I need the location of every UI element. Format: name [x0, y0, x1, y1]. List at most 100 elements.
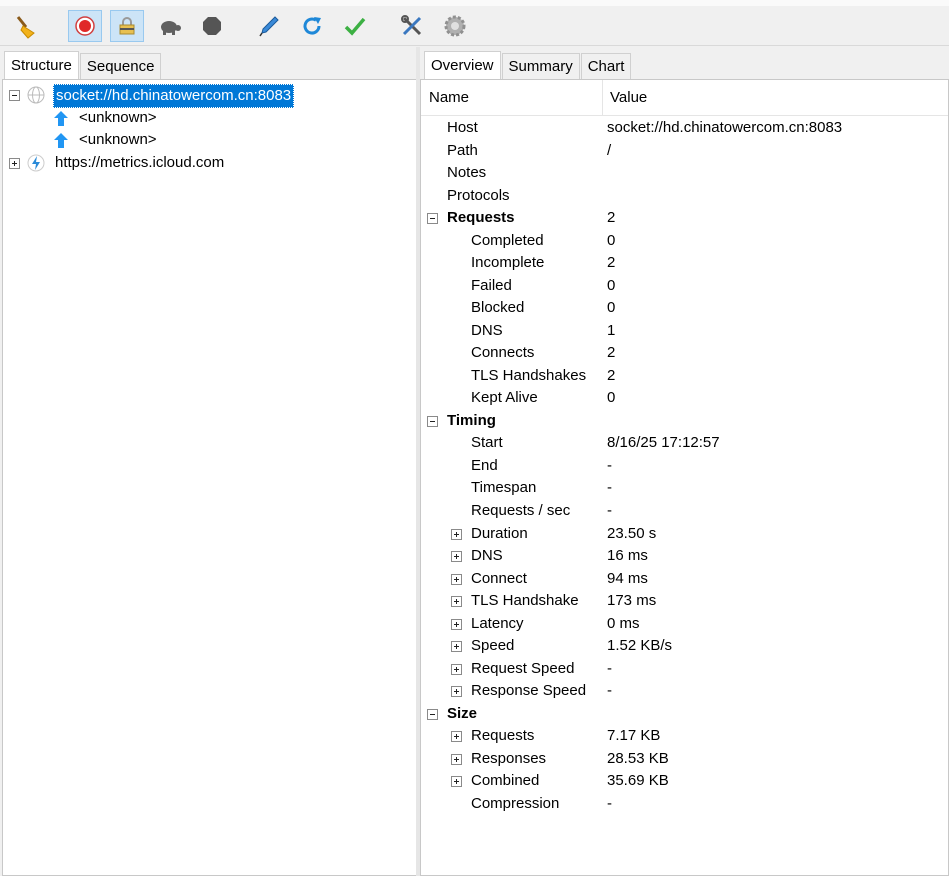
row-value: 1	[607, 322, 616, 339]
table-row[interactable]: Requests 7.17 KB	[421, 725, 948, 747]
expand-toggle-icon[interactable]	[451, 641, 462, 652]
expand-toggle-icon[interactable]	[451, 529, 462, 540]
tree-node-request-label[interactable]: <unknown>	[79, 107, 157, 129]
clear-broom-icon[interactable]	[8, 10, 42, 42]
table-row[interactable]: Timing	[421, 410, 948, 432]
lightning-icon	[27, 154, 45, 179]
tab-sequence[interactable]: Sequence	[79, 53, 162, 79]
row-value: 173 ms	[607, 592, 657, 609]
settings-gear-icon[interactable]	[438, 10, 472, 42]
table-row[interactable]: TLS Handshakes 2	[421, 365, 948, 387]
table-row[interactable]: Failed 0	[421, 275, 948, 297]
row-name: Timespan	[471, 479, 537, 496]
ssl-proxy-lock-icon[interactable]	[110, 10, 144, 42]
table-row[interactable]: Timespan -	[421, 477, 948, 499]
table-row[interactable]: Start 8/16/25 17:12:57	[421, 432, 948, 454]
table-row[interactable]: Responses 28.53 KB	[421, 748, 948, 770]
table-row[interactable]: Connect 94 ms	[421, 568, 948, 590]
row-name: Response Speed	[471, 682, 587, 699]
table-row[interactable]: Incomplete 2	[421, 252, 948, 274]
throttle-turtle-icon[interactable]	[152, 10, 186, 42]
table-row[interactable]: DNS 16 ms	[421, 545, 948, 567]
tree-node-request-label[interactable]: <unknown>	[79, 129, 157, 151]
tab-summary[interactable]: Summary	[501, 53, 580, 79]
row-value: -	[607, 682, 612, 699]
row-value: 2	[607, 254, 616, 271]
record-icon[interactable]	[68, 10, 102, 42]
row-value: -	[607, 660, 612, 677]
row-value: -	[607, 795, 612, 812]
row-value: 0	[607, 299, 616, 316]
collapse-toggle-icon[interactable]	[427, 416, 438, 427]
table-row[interactable]: Connects 2	[421, 342, 948, 364]
row-name: Kept Alive	[471, 389, 538, 406]
stop-hexagon-icon[interactable]	[195, 10, 229, 42]
row-name: Request Speed	[471, 660, 575, 677]
table-row[interactable]: Response Speed -	[421, 680, 948, 702]
expand-toggle-icon[interactable]	[9, 158, 20, 169]
row-value: 2	[607, 344, 616, 361]
row-name: Blocked	[471, 299, 525, 316]
expand-toggle-icon[interactable]	[451, 574, 462, 585]
repeat-refresh-icon[interactable]	[295, 10, 329, 42]
table-row[interactable]: TLS Handshake 173 ms	[421, 590, 948, 612]
table-row[interactable]: Requests 2	[421, 207, 948, 229]
table-row[interactable]: Notes	[421, 162, 948, 184]
table-row[interactable]: Blocked 0	[421, 297, 948, 319]
row-name: Notes	[447, 164, 487, 181]
table-row[interactable]: Speed 1.52 KB/s	[421, 635, 948, 657]
expand-toggle-icon[interactable]	[451, 754, 462, 765]
table-row[interactable]: Compression -	[421, 793, 948, 815]
expand-toggle-icon[interactable]	[451, 664, 462, 675]
row-name: TLS Handshakes	[471, 367, 587, 384]
table-row[interactable]: Protocols	[421, 185, 948, 207]
expand-toggle-icon[interactable]	[451, 686, 462, 697]
collapse-toggle-icon[interactable]	[427, 709, 438, 720]
row-value: /	[607, 142, 612, 159]
row-name: Combined	[471, 772, 540, 789]
toolbar	[0, 0, 949, 46]
row-name: Protocols	[447, 187, 510, 204]
expand-toggle-icon[interactable]	[451, 551, 462, 562]
expand-toggle-icon[interactable]	[451, 776, 462, 787]
collapse-toggle-icon[interactable]	[9, 90, 20, 101]
table-row[interactable]: Duration 23.50 s	[421, 523, 948, 545]
column-divider[interactable]	[602, 80, 603, 116]
globe-icon	[27, 86, 45, 111]
validate-check-icon[interactable]	[338, 10, 372, 42]
tab-overview[interactable]: Overview	[424, 51, 501, 79]
tree-node-host-label[interactable]: https://metrics.icloud.com	[55, 152, 224, 174]
row-value: 7.17 KB	[607, 727, 661, 744]
table-row[interactable]: Path /	[421, 140, 948, 162]
row-name: Latency	[471, 615, 524, 632]
row-name: TLS Handshake	[471, 592, 579, 609]
table-row[interactable]: Kept Alive 0	[421, 387, 948, 409]
collapse-toggle-icon[interactable]	[427, 213, 438, 224]
table-header: Name Value	[421, 80, 948, 116]
tools-icon[interactable]	[395, 10, 429, 42]
table-row[interactable]: Requests / sec -	[421, 500, 948, 522]
table-row[interactable]: End -	[421, 455, 948, 477]
table-row[interactable]: DNS 1	[421, 320, 948, 342]
row-value: 2	[607, 367, 616, 384]
table-row[interactable]: Latency 0 ms	[421, 613, 948, 635]
table-row[interactable]: Size	[421, 703, 948, 725]
expand-toggle-icon[interactable]	[451, 731, 462, 742]
column-header-value[interactable]: Value	[610, 88, 647, 108]
table-row[interactable]: Request Speed -	[421, 658, 948, 680]
overview-table: Name Value Host socket://hd.chinatowercom…	[420, 79, 949, 876]
expand-toggle-icon[interactable]	[451, 596, 462, 607]
row-name: End	[471, 457, 498, 474]
tab-structure[interactable]: Structure	[4, 51, 79, 79]
table-row[interactable]: Combined 35.69 KB	[421, 770, 948, 792]
compose-pen-icon[interactable]	[252, 10, 286, 42]
upload-arrow-icon	[53, 110, 69, 134]
tab-chart[interactable]: Chart	[580, 53, 632, 79]
row-name: Compression	[471, 795, 560, 812]
structure-tree: socket://hd.chinatowercom.cn:8083 <unkno…	[2, 79, 416, 876]
expand-toggle-icon[interactable]	[451, 619, 462, 630]
table-row[interactable]: Host socket://hd.chinatowercom.cn:8083	[421, 117, 948, 139]
tree-node-host-label[interactable]: socket://hd.chinatowercom.cn:8083	[53, 84, 295, 108]
table-row[interactable]: Completed 0	[421, 230, 948, 252]
column-header-name[interactable]: Name	[429, 88, 469, 108]
